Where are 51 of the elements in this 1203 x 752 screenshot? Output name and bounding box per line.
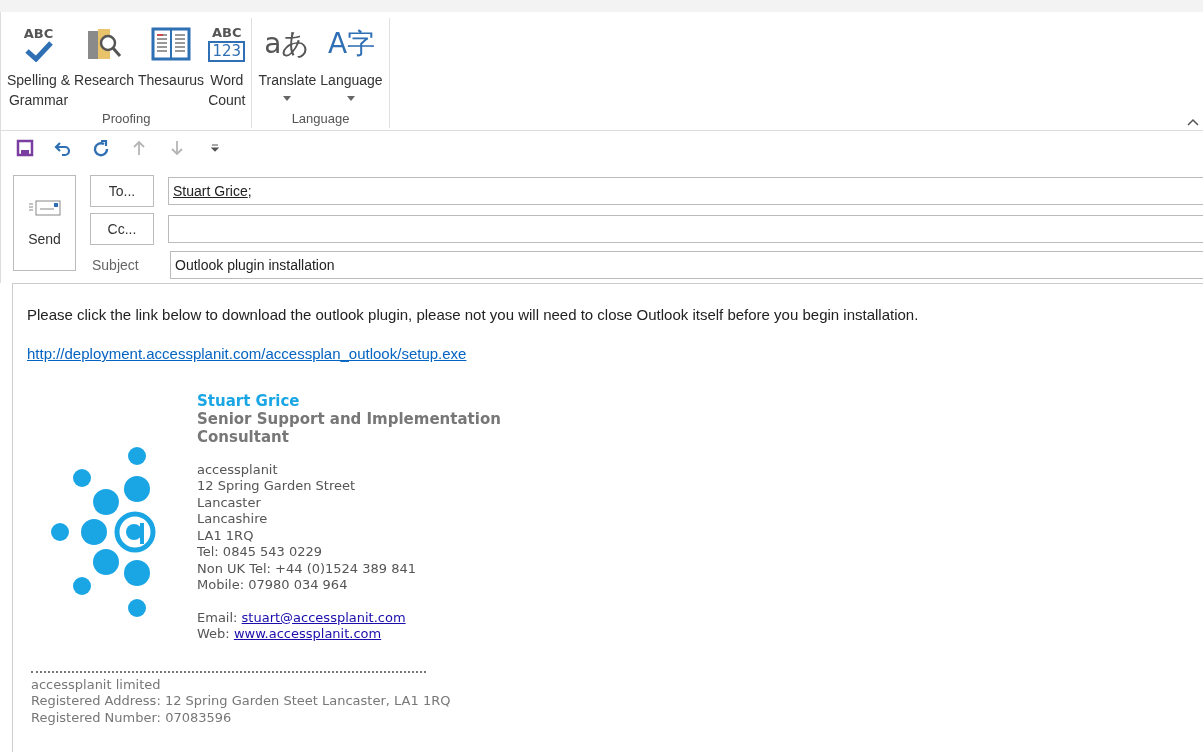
- ribbon-button[interactable]: Research: [72, 18, 136, 111]
- message-text: Please click the link below to download the outlook plugin, please not you will need to close Outlook itself before you begin installation.: [27, 306, 920, 323]
- collapse-ribbon-icon[interactable]: [1187, 118, 1199, 126]
- download-link[interactable]: http://deployment.accessplanit.com/accessplan_outlook/setup.exe: [27, 345, 467, 362]
- signature-name: Stuart Grice: [197, 393, 301, 410]
- translate-glyph: aあ: [264, 30, 311, 58]
- checkmark-icon: [23, 39, 54, 62]
- web-label: Web:: [197, 626, 230, 641]
- signature-line: accessplanit: [197, 461, 279, 478]
- caret-icon: [283, 96, 292, 101]
- signature-line: Lancashire: [197, 511, 269, 528]
- signature-title: Senior Support and Implementation Consultant: [197, 409, 501, 446]
- message-body[interactable]: [12, 283, 1203, 752]
- to-field[interactable]: Stuart Grice;: [168, 177, 1203, 205]
- cc-button[interactable]: Cc...: [90, 213, 154, 245]
- group-label: Proofing: [101, 111, 152, 128]
- save-icon: [16, 139, 34, 157]
- signature-line: Mobile: 07980 034 964: [197, 577, 349, 594]
- ribbon-button[interactable]: ABC 123 Word Count: [206, 18, 248, 111]
- signature-line: 12 Spring Garden Street: [197, 478, 357, 495]
- footer-line: Registered Address: 12 Spring Garden Steet Lancaster, LA1 1RQ: [30, 693, 452, 710]
- book-icon: [151, 27, 192, 61]
- ribbon-button[interactable]: ABC Spelling & Grammar: [5, 18, 73, 111]
- cc-field[interactable]: [168, 215, 1203, 243]
- ribbon-button[interactable]: aあ Translate: [256, 18, 319, 111]
- to-button[interactable]: To...: [90, 175, 154, 207]
- ribbon-button[interactable]: A字 Language: [318, 18, 385, 111]
- signature-line: LA1 1RQ: [197, 527, 255, 544]
- footer-line: accessplanit limited: [30, 676, 162, 693]
- subject-label: Subject: [91, 257, 140, 273]
- signature-line: Lancaster: [197, 494, 262, 511]
- undo-icon: [54, 139, 72, 157]
- language-glyph: A字: [327, 30, 376, 58]
- email-link[interactable]: stuart@accessplanit.com: [241, 609, 406, 625]
- redo-icon: [92, 139, 110, 157]
- email-label: Email:: [197, 609, 238, 625]
- web-link[interactable]: www.accessplanit.com: [233, 626, 382, 641]
- subject-field[interactable]: Outlook plugin installation: [170, 251, 1203, 279]
- group-label: Language: [290, 111, 351, 128]
- number-glyph: 123: [208, 41, 246, 62]
- abc-glyph: ABC: [23, 26, 54, 40]
- customize-caret-icon: [211, 144, 219, 152]
- abc-glyph: ABC: [212, 26, 242, 39]
- down-arrow-icon: [168, 139, 186, 157]
- caret-icon: [347, 96, 356, 101]
- signature-line: Tel: 0845 543 0229: [197, 544, 324, 561]
- footer-line: Registered Number: 07083596: [30, 709, 233, 726]
- envelope-icon: [27, 199, 62, 217]
- send-button[interactable]: Send: [13, 175, 76, 271]
- signature-line: Non UK Tel: +44 (0)1524 389 841: [197, 560, 418, 577]
- ribbon-button[interactable]: Thesaurus: [135, 18, 207, 111]
